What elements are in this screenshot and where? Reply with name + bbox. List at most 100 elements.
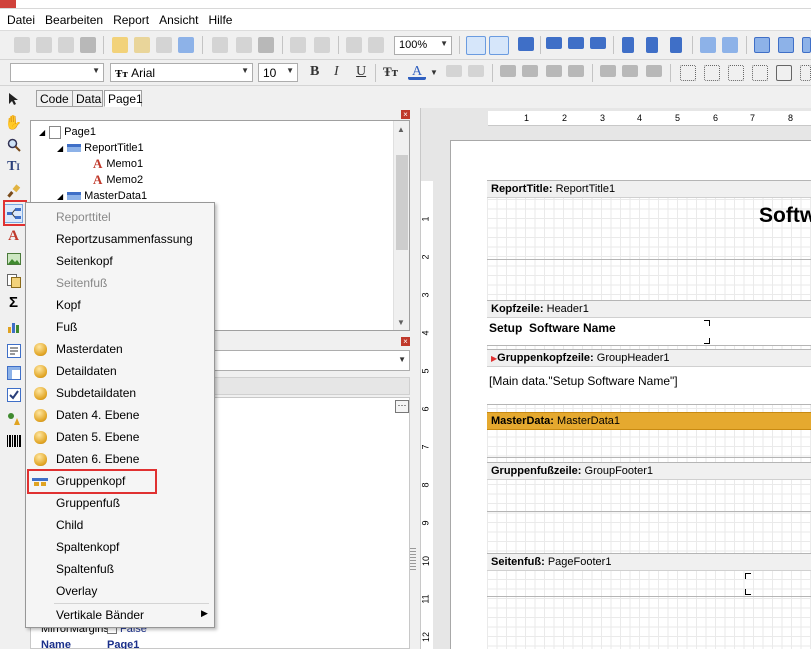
text-tool-icon[interactable]: TI — [5, 158, 22, 175]
tab-data[interactable]: Data — [72, 90, 103, 107]
style-select[interactable]: ▼ — [10, 63, 104, 82]
align-left-icon[interactable] — [546, 37, 562, 49]
menu-item-daten-4-ebene[interactable]: Daten 4. Ebene — [26, 404, 214, 426]
zoom-tool-icon[interactable] — [5, 136, 22, 153]
text-align-right-icon[interactable] — [546, 65, 562, 77]
frame-right-icon[interactable] — [752, 65, 768, 81]
valign-middle-icon[interactable] — [622, 65, 638, 77]
menu-item-daten-5-ebene[interactable]: Daten 5. Ebene — [26, 426, 214, 448]
band-page-footer[interactable]: Seitenfuß: PageFooter1 — [487, 553, 811, 597]
font-name-select[interactable]: Ŧт Arial ▼ — [110, 63, 253, 82]
frame-top-icon[interactable] — [680, 65, 696, 81]
menu-report[interactable]: Report — [108, 9, 154, 31]
open-icon[interactable] — [36, 37, 52, 53]
band-group-footer[interactable]: Gruppenfußzeile: GroupFooter1 — [487, 462, 811, 512]
valign-top-icon[interactable] — [600, 65, 616, 77]
menu-item-reportzusammenfassung[interactable]: Reportzusammenfassung — [26, 228, 214, 250]
chart-object-icon[interactable] — [5, 318, 22, 335]
band-report-title[interactable]: ReportTitle: ReportTitle1 Softw — [487, 180, 811, 260]
undo-icon[interactable] — [290, 37, 306, 53]
font-size-select[interactable]: 10 ▼ — [258, 63, 298, 82]
menu-item-overlay[interactable]: Overlay — [26, 580, 214, 602]
fit-to-grid-icon[interactable] — [518, 37, 534, 51]
splitter-grip[interactable] — [410, 548, 416, 572]
preview-icon[interactable] — [80, 37, 96, 53]
paste-icon[interactable] — [258, 37, 274, 53]
group-icon[interactable] — [346, 37, 362, 53]
subreport-icon[interactable] — [5, 272, 22, 289]
align-right-icon[interactable] — [590, 37, 606, 49]
checkbox-object-icon[interactable] — [5, 386, 22, 403]
highlight-icon[interactable] — [446, 65, 462, 77]
text-object-icon[interactable]: A — [5, 228, 22, 245]
band-group-header[interactable]: ▶Gruppenkopfzeile: GroupHeader1 [Main da… — [487, 349, 811, 405]
close-icon[interactable]: × — [401, 110, 410, 119]
zoom-select[interactable]: 100% ▼ — [394, 36, 452, 55]
same-width-icon[interactable] — [802, 37, 811, 53]
text-align-left-icon[interactable] — [500, 65, 516, 77]
center-horizontal-icon[interactable] — [754, 37, 770, 53]
sum-icon[interactable]: Σ — [5, 294, 22, 311]
underline-button[interactable]: U — [356, 64, 366, 80]
menu-item-subdetaildaten[interactable]: Subdetaildaten — [26, 382, 214, 404]
new-icon[interactable] — [14, 37, 30, 53]
scroll-down-icon[interactable]: ▼ — [397, 318, 405, 327]
close-icon[interactable]: × — [401, 337, 410, 346]
menu-item-spaltenkopf[interactable]: Spaltenkopf — [26, 536, 214, 558]
prop-name-value[interactable]: Page1 — [107, 639, 139, 649]
menu-item-masterdaten[interactable]: Masterdaten — [26, 338, 214, 360]
frame-left-icon[interactable] — [728, 65, 744, 81]
space-horizontal-icon[interactable] — [700, 37, 716, 53]
delete-page-icon[interactable] — [156, 37, 172, 53]
align-middle-icon[interactable] — [646, 37, 658, 53]
band-header[interactable]: Kopfzeile: Header1 Setup Software Name — [487, 300, 811, 346]
copy-icon[interactable] — [236, 37, 252, 53]
align-top-icon[interactable] — [622, 37, 634, 53]
cut-icon[interactable] — [212, 37, 228, 53]
text-justify-icon[interactable] — [568, 65, 584, 77]
menu-bearbeiten[interactable]: Bearbeiten — [40, 9, 108, 31]
center-vertical-icon[interactable] — [778, 37, 794, 53]
format-painter-icon[interactable] — [5, 182, 22, 199]
menu-datei[interactable]: Datei — [2, 9, 40, 31]
memo-header-text[interactable]: Setup Software Name — [489, 321, 616, 335]
text-align-center-icon[interactable] — [522, 65, 538, 77]
rotate-text-icon[interactable] — [468, 65, 484, 77]
menu-item-spaltenfuss[interactable]: Spaltenfuß — [26, 558, 214, 580]
expand-icon[interactable]: ◢ — [57, 144, 63, 153]
select-tool-icon[interactable] — [5, 90, 22, 107]
page-settings-icon[interactable] — [178, 37, 194, 53]
align-bottom-icon[interactable] — [670, 37, 682, 53]
picture-object-icon[interactable] — [5, 250, 22, 267]
rich-text-icon[interactable] — [5, 342, 22, 359]
menu-item-seitenkopf[interactable]: Seitenkopf — [26, 250, 214, 272]
cross-tab-icon[interactable] — [5, 364, 22, 381]
scroll-thumb[interactable] — [396, 155, 408, 250]
tree-node-memo1[interactable]: A Memo1 — [93, 156, 143, 172]
font-settings-icon[interactable]: Ŧт — [383, 64, 398, 80]
menu-item-child[interactable]: Child — [26, 514, 214, 536]
menu-item-gruppenfuss[interactable]: Gruppenfuß — [26, 492, 214, 514]
hand-tool-icon[interactable]: ✋ — [5, 114, 22, 131]
memo-group-expression[interactable]: [Main data."Setup Software Name"] — [489, 374, 678, 388]
frame-none-icon[interactable] — [800, 65, 811, 81]
bold-button[interactable]: B — [310, 64, 319, 80]
align-center-icon[interactable] — [568, 37, 584, 49]
space-vertical-icon[interactable] — [722, 37, 738, 53]
tree-node-reporttitle1[interactable]: ◢ ReportTitle1 — [57, 140, 144, 156]
tree-node-memo2[interactable]: A Memo2 — [93, 172, 143, 188]
menu-hilfe[interactable]: Hilfe — [203, 9, 237, 31]
expand-icon[interactable]: ◢ — [39, 128, 45, 137]
window-close-icon[interactable] — [0, 0, 16, 8]
scroll-up-icon[interactable]: ▲ — [397, 125, 405, 134]
menu-item-detaildaten[interactable]: Detaildaten — [26, 360, 214, 382]
new-page-icon[interactable] — [112, 37, 128, 53]
ellipsis-button[interactable]: ··· — [395, 400, 409, 413]
frame-bottom-icon[interactable] — [704, 65, 720, 81]
tree-node-page1[interactable]: ◢ Page1 — [39, 124, 96, 140]
expand-icon[interactable]: ◢ — [57, 192, 63, 201]
frame-all-icon[interactable] — [776, 65, 792, 81]
valign-bottom-icon[interactable] — [646, 65, 662, 77]
shape-object-icon[interactable] — [5, 410, 22, 427]
ungroup-icon[interactable] — [368, 37, 384, 53]
